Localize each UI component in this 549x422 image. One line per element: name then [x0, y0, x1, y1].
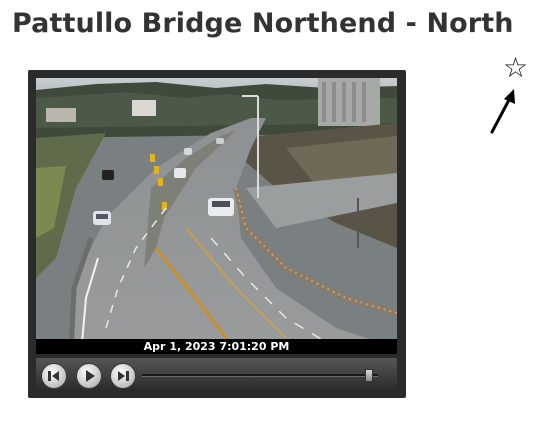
arrow-pointer-icon — [490, 89, 515, 134]
next-frame-button[interactable] — [110, 363, 136, 389]
favorite-star-icon[interactable]: ☆ — [503, 54, 528, 82]
seek-handle[interactable] — [364, 369, 373, 382]
camera-timestamp: Apr 1, 2023 7:01:20 PM — [36, 339, 397, 354]
play-icon — [86, 370, 95, 382]
page-title: Pattullo Bridge Northend - North — [12, 8, 514, 39]
seek-bar[interactable] — [142, 374, 378, 377]
page: Pattullo Bridge Northend - North ☆ Apr 1… — [0, 0, 549, 422]
camera-player: Apr 1, 2023 7:01:20 PM — [28, 70, 406, 398]
next-frame-icon — [118, 371, 129, 381]
traffic-camera-scene — [36, 78, 397, 354]
play-button[interactable] — [76, 363, 102, 389]
player-controls — [36, 358, 397, 391]
previous-frame-button[interactable] — [41, 363, 67, 389]
camera-image: Apr 1, 2023 7:01:20 PM — [36, 78, 397, 354]
previous-frame-icon — [48, 371, 59, 381]
